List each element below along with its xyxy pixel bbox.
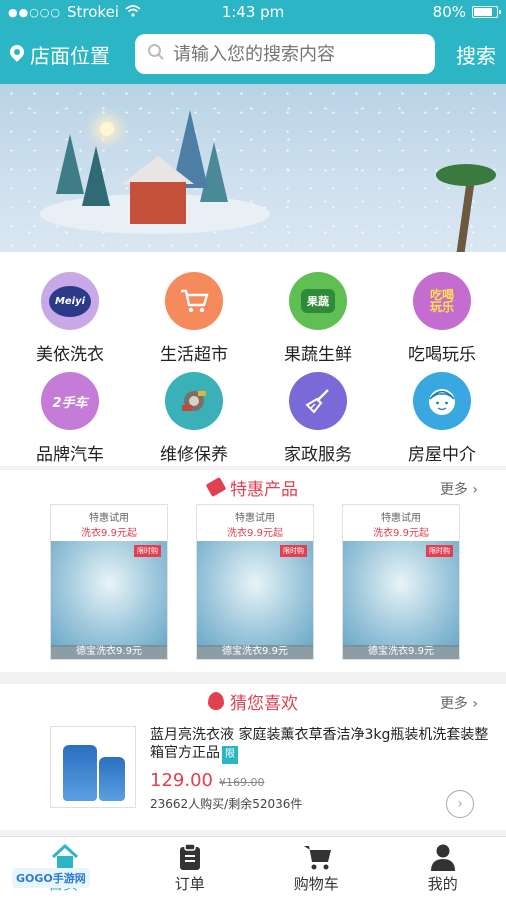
category-housekeeping[interactable]: 家政服务 (255, 372, 381, 465)
product-title: 特惠试用 (89, 513, 129, 524)
user-icon (430, 843, 456, 871)
section-title: 猜您喜欢 (230, 693, 298, 714)
tab-label: 我的 (427, 875, 458, 893)
flame-icon (208, 692, 224, 710)
more-link[interactable]: 更多 › (440, 479, 478, 499)
tag-icon (205, 476, 227, 498)
agent-face-icon (413, 372, 471, 430)
category-brand-cars[interactable]: 2手车 品牌汽车 (7, 372, 133, 465)
category-repair[interactable]: 维修保养 (131, 372, 257, 465)
item-price: 129.00 (150, 770, 213, 791)
limited-flag: 限时购 (280, 545, 307, 557)
item-old-price: ¥169.00 (218, 776, 265, 789)
car-brand-icon: 2手车 (41, 372, 99, 430)
cart-icon (303, 843, 332, 870)
fun-icon: 吃喝玩乐 (413, 272, 471, 330)
category-supermarket[interactable]: 生活超市 (131, 272, 257, 365)
product-title: 特惠试用 (381, 513, 421, 524)
promo-banner[interactable] (0, 84, 506, 252)
product-row: 特惠试用 洗衣9.9元起 限时购 德宝洗衣9.9元 特惠试用 洗衣9.9元起 限… (0, 504, 506, 660)
battery-icon (472, 6, 501, 18)
signal-icon: ●●○○○ (8, 5, 61, 19)
detergent-bottle (99, 757, 125, 801)
search-icon (147, 43, 165, 65)
limited-flag: 限时购 (426, 545, 453, 557)
watermark-logo: GOGO手游网 (12, 868, 90, 888)
item-title: 蓝月亮洗衣液 家庭装薰衣草香洁净3kg瓶装机洗套装整箱官方正品限 (150, 726, 490, 764)
house-icon (130, 182, 186, 224)
product-card[interactable]: 特惠试用 洗衣9.9元起 限时购 德宝洗衣9.9元 (342, 504, 460, 660)
product-subtitle: 洗衣9.9元起 (81, 528, 137, 539)
tab-cart[interactable]: 购物车 (253, 837, 380, 900)
product-caption: 德宝洗衣9.9元 (197, 645, 313, 659)
category-real-estate-agent[interactable]: 房屋中介 (379, 372, 505, 465)
chevron-right-icon[interactable]: › (446, 790, 474, 818)
meiyi-logo-icon: Meiyi (41, 272, 99, 330)
detergent-bottle (63, 745, 97, 801)
category-entertainment[interactable]: 吃喝玩乐 吃喝玩乐 (379, 272, 505, 365)
tab-orders[interactable]: 订单 (127, 837, 254, 900)
location-pin-icon (10, 45, 24, 63)
home-icon (50, 843, 79, 869)
section-title: 特惠产品 (230, 479, 298, 500)
clipboard-icon (177, 843, 203, 870)
repair-icon (165, 372, 223, 430)
category-label: 家政服务 (284, 445, 352, 465)
category-label: 房屋中介 (408, 445, 476, 465)
location-selector[interactable]: 店面位置 (10, 40, 120, 69)
recommend-item[interactable]: 蓝月亮洗衣液 家庭装薰衣草香洁净3kg瓶装机洗套装整箱官方正品限 129.00 … (0, 718, 506, 812)
sun-glow (100, 122, 114, 136)
location-label: 店面位置 (30, 43, 110, 68)
product-title: 特惠试用 (235, 513, 275, 524)
battery-percent: 80% (432, 3, 466, 21)
recommend-section: 猜您喜欢 更多 › 蓝月亮洗衣液 家庭装薰衣草香洁净3kg瓶装机洗套装整箱官方正… (0, 684, 506, 830)
tab-label: 订单 (174, 875, 205, 893)
pine-tree-icon (56, 134, 84, 194)
wifi-icon (125, 3, 141, 21)
category-label: 维修保养 (160, 445, 228, 465)
pine-tree-icon (82, 146, 110, 206)
palm-tree-icon (436, 144, 496, 252)
carrier-label: Strokei (67, 3, 119, 21)
tab-label: 购物车 (293, 875, 339, 893)
category-label: 美依洗衣 (36, 345, 104, 365)
product-card[interactable]: 特惠试用 洗衣9.9元起 限时购 德宝洗衣9.9元 (50, 504, 168, 660)
recommend-header: 猜您喜欢 更多 › (0, 684, 506, 718)
product-subtitle: 洗衣9.9元起 (227, 528, 283, 539)
special-offers-header: 特惠产品 更多 › (0, 470, 506, 504)
category-fresh-produce[interactable]: 果蔬 果蔬生鲜 (255, 272, 381, 365)
house-roof (122, 156, 194, 184)
status-bar: ●●○○○ Strokei 1:43 pm 80% (0, 0, 506, 24)
search-bar[interactable] (135, 34, 435, 74)
product-caption: 德宝洗衣9.9元 (51, 645, 167, 659)
product-thumbnail (50, 726, 136, 808)
tab-profile[interactable]: 我的 (380, 837, 506, 900)
more-link[interactable]: 更多 › (440, 693, 478, 713)
fruit-icon: 果蔬 (289, 272, 347, 330)
broom-icon (289, 372, 347, 430)
item-sales: 23662人购买/剩余52036件 (150, 797, 303, 811)
search-input[interactable] (173, 43, 423, 65)
app-header: 店面位置 搜索 (0, 24, 506, 84)
category-meiyi-laundry[interactable]: Meiyi 美依洗衣 (7, 272, 133, 365)
limited-flag: 限时购 (134, 545, 161, 557)
category-label: 吃喝玩乐 (408, 345, 476, 365)
category-label: 品牌汽车 (36, 445, 104, 465)
product-caption: 德宝洗衣9.9元 (343, 645, 459, 659)
product-card[interactable]: 特惠试用 洗衣9.9元起 限时购 德宝洗衣9.9元 (196, 504, 314, 660)
search-button[interactable]: 搜索 (456, 40, 496, 69)
product-subtitle: 洗衣9.9元起 (373, 528, 429, 539)
special-offers-section: 特惠产品 更多 › 特惠试用 洗衣9.9元起 限时购 德宝洗衣9.9元 特惠试用… (0, 470, 506, 672)
category-label: 生活超市 (160, 345, 228, 365)
limit-badge: 限 (222, 746, 238, 764)
category-label: 果蔬生鲜 (284, 345, 352, 365)
category-grid: Meiyi 美依洗衣 生活超市 果蔬 果蔬生鲜 吃喝玩乐 吃喝玩乐 2手车 品牌… (0, 252, 506, 466)
cart-icon (165, 272, 223, 330)
